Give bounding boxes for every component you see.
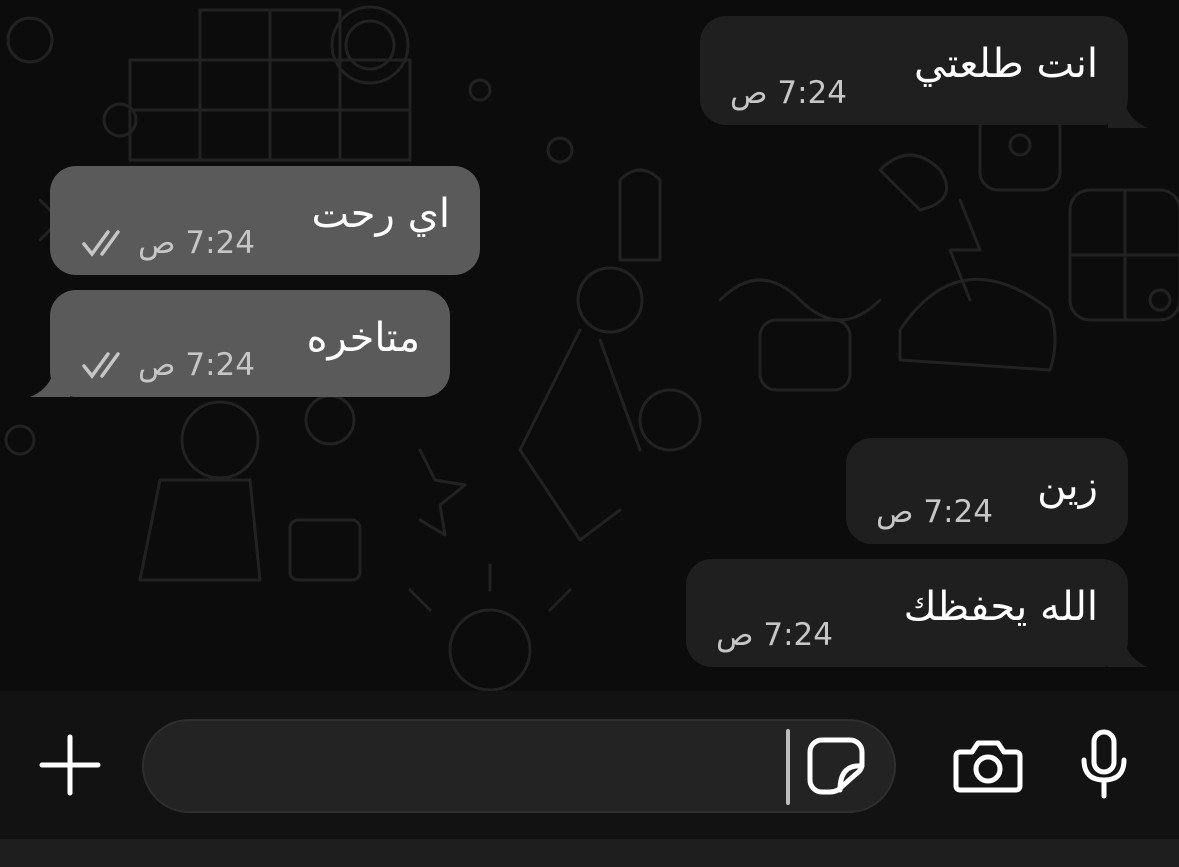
message-time: 7:24 ص <box>730 75 847 111</box>
message-bubble-incoming[interactable]: زين 7:24 ص <box>846 438 1128 544</box>
message-meta: 7:24 ص <box>876 494 993 530</box>
message-bubble-outgoing[interactable]: متاخره 7:24 ص <box>50 290 450 397</box>
sticker-button[interactable] <box>806 736 866 796</box>
message-text: الله يحفظك <box>903 584 1098 630</box>
message-text: زين <box>1037 463 1098 509</box>
message-bubble-incoming[interactable]: انت طلعتي 7:24 ص <box>700 16 1128 125</box>
message-time: 7:24 ص <box>716 617 833 653</box>
message-time: 7:24 ص <box>138 347 255 383</box>
bottom-strip <box>0 839 1179 867</box>
text-cursor <box>786 729 790 805</box>
message-bubble-incoming[interactable]: الله يحفظك 7:24 ص <box>686 559 1128 667</box>
message-time: 7:24 ص <box>876 494 993 530</box>
double-check-icon <box>82 230 120 257</box>
message-input[interactable] <box>142 719 896 813</box>
chat-area: انت طلعتي 7:24 ص اي رحت 7:24 ص متاخره 7:… <box>0 0 1179 691</box>
message-meta: 7:24 ص <box>82 347 255 383</box>
message-text: اي رحت <box>311 191 450 237</box>
message-meta: 7:24 ص <box>730 75 847 111</box>
bubble-tail <box>1108 88 1148 128</box>
bubble-tail <box>1108 627 1148 667</box>
camera-icon <box>953 740 1023 793</box>
plus-icon <box>39 734 101 796</box>
camera-button[interactable] <box>952 736 1024 796</box>
bubble-tail <box>30 357 70 397</box>
attach-button[interactable] <box>38 733 102 797</box>
voice-record-button[interactable] <box>1076 728 1132 800</box>
message-bubble-outgoing[interactable]: اي رحت 7:24 ص <box>50 166 480 275</box>
double-check-icon <box>82 352 120 379</box>
message-text: انت طلعتي <box>913 41 1098 87</box>
message-meta: 7:24 ص <box>82 225 255 261</box>
message-time: 7:24 ص <box>138 225 255 261</box>
message-meta: 7:24 ص <box>716 617 833 653</box>
microphone-icon <box>1081 729 1127 799</box>
message-text: متاخره <box>306 315 420 361</box>
sticker-icon <box>807 737 865 795</box>
